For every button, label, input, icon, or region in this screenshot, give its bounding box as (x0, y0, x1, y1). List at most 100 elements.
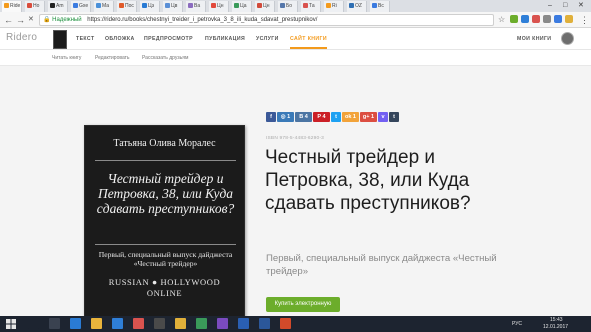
book-page: Татьяна Олива Моралес Честный трейдер и … (0, 66, 591, 316)
sub-navigation: Читать книгу Редактировать Рассказать др… (0, 50, 591, 66)
tab-favicon-icon (165, 3, 170, 8)
browser-tab[interactable]: Цн (209, 1, 229, 12)
cover-series-line2: ONLINE (146, 288, 183, 298)
browser-tab[interactable]: Цв (163, 1, 183, 12)
extension-icon[interactable] (554, 15, 562, 23)
mail-icon[interactable] (133, 318, 144, 329)
address-bar: ← → ✕ 🔒 Надежный https://ridero.ru/books… (0, 12, 591, 28)
share-button[interactable]: P 4 (313, 112, 330, 122)
cover-divider (95, 160, 236, 161)
url-input[interactable]: 🔒 Надежный https://ridero.ru/books/chest… (39, 14, 494, 26)
browser-tab[interactable]: Бо (278, 1, 298, 12)
share-button[interactable]: t (389, 112, 399, 122)
app6-icon[interactable] (154, 318, 165, 329)
app10-icon[interactable] (238, 318, 249, 329)
site-header: Ridero ТЕКСТ ОБЛОЖКА ПРЕДПРОСМОТР ПУБЛИК… (0, 28, 591, 50)
browser-tab[interactable]: Ва (186, 1, 206, 12)
share-button[interactable]: ◎ 1 (277, 112, 294, 122)
input-language[interactable]: РУС (512, 321, 522, 327)
browser-tab[interactable]: Am (48, 1, 68, 12)
tab-favicon-icon (303, 3, 308, 8)
reload-button[interactable]: ✕ (28, 14, 34, 26)
nav-text[interactable]: ТЕКСТ (76, 36, 95, 42)
nav-my-books[interactable]: МОИ КНИГИ (517, 36, 551, 42)
browser-tab[interactable]: Цз (140, 1, 160, 12)
tab-label: Ri (332, 3, 337, 9)
store-icon[interactable] (112, 318, 123, 329)
share-button[interactable]: v (378, 112, 388, 122)
book-thumbnail[interactable] (53, 30, 67, 49)
back-button[interactable]: ← (4, 14, 13, 26)
maximize-icon[interactable]: □ (563, 0, 567, 11)
buy-ebook-button[interactable]: Купить электронную (266, 297, 340, 312)
tab-favicon-icon (326, 3, 331, 8)
nav-services[interactable]: УСЛУГИ (256, 36, 279, 42)
nav-cover[interactable]: ОБЛОЖКА (105, 36, 135, 42)
tab-favicon-icon (188, 3, 193, 8)
isbn: ISBN 978-5-4483-6290-3 (266, 136, 324, 141)
browser-tab[interactable]: Gxe (71, 1, 91, 12)
tab-label: Цн (263, 3, 270, 9)
tell-friends-link[interactable]: Рассказать друзьям (142, 55, 188, 61)
tab-label: Бо (286, 3, 293, 9)
share-button[interactable]: В 4 (295, 112, 312, 122)
minimize-icon[interactable]: – (548, 0, 552, 11)
browser-tab[interactable]: Ма (94, 1, 114, 12)
word-icon[interactable] (259, 318, 270, 329)
tab-label: Вс (378, 3, 384, 9)
tab-label: Цз (148, 3, 154, 9)
ridero-logo[interactable]: Ridero (6, 32, 37, 43)
bookmark-star-icon[interactable]: ☆ (498, 14, 505, 26)
tab-label: Но (33, 3, 40, 9)
tab-favicon-icon (50, 3, 55, 8)
share-button[interactable]: f (266, 112, 276, 122)
share-button[interactable]: t (331, 112, 341, 122)
extension-icon[interactable] (521, 15, 529, 23)
browser-tab[interactable]: Вс (370, 1, 390, 12)
app8-icon[interactable] (196, 318, 207, 329)
tab-favicon-icon (142, 3, 147, 8)
explorer-icon[interactable] (91, 318, 102, 329)
share-button[interactable]: g+ 1 (360, 112, 377, 122)
extension-icon[interactable] (510, 15, 518, 23)
tab-label: Ride (10, 3, 21, 9)
extension-icon[interactable] (565, 15, 573, 23)
browser-tab[interactable]: Та (301, 1, 321, 12)
read-book-link[interactable]: Читать книгу (52, 55, 81, 61)
close-window-icon[interactable]: ✕ (578, 0, 584, 11)
tab-label: Gxe (79, 3, 89, 9)
book-title: Честный трейдер и Петровка, 38, или Куда… (265, 147, 471, 214)
browser-tab-strip: Ride Но Am Gxe Ма Пос Цз Цв Ва Цн Ца Цн Бо Та Ri OZ Вс (0, 0, 591, 12)
browser-tab[interactable]: Ride (2, 1, 22, 12)
app9-icon[interactable] (217, 318, 228, 329)
clock-date[interactable]: 12.01.2017 (543, 324, 568, 330)
browser-tab[interactable]: OZ (347, 1, 367, 12)
secure-label: Надежный (52, 17, 82, 23)
nav-book-site[interactable]: САЙТ КНИГИ (290, 36, 327, 42)
browser-tab[interactable]: Цн (255, 1, 275, 12)
tab-favicon-icon (4, 3, 9, 8)
windows-logo-icon[interactable] (6, 319, 16, 329)
browser-menu-icon[interactable]: ⋮ (580, 14, 589, 26)
browser-tab[interactable]: Но (25, 1, 45, 12)
edge-icon[interactable] (70, 318, 81, 329)
share-button[interactable]: ok 1 (342, 112, 359, 122)
extension-icon[interactable] (543, 15, 551, 23)
task-view-icon[interactable] (49, 318, 60, 329)
browser-tab[interactable]: Ri (324, 1, 344, 12)
extension-icon[interactable] (532, 15, 540, 23)
chrome-icon[interactable] (175, 318, 186, 329)
nav-preview[interactable]: ПРЕДПРОСМОТР (144, 36, 193, 42)
tab-label: Ма (102, 3, 110, 9)
edit-link[interactable]: Редактировать (95, 55, 130, 61)
browser-tab[interactable]: Ца (232, 1, 252, 12)
avatar[interactable] (561, 32, 574, 45)
browser-tab[interactable]: Пос (117, 1, 137, 12)
forward-button[interactable]: → (16, 14, 25, 26)
tab-label: Та (309, 3, 315, 9)
search-icon[interactable] (28, 318, 39, 329)
app12-icon[interactable] (280, 318, 291, 329)
nav-publication[interactable]: ПУБЛИКАЦИЯ (205, 36, 245, 42)
clock-time[interactable]: 15:43 (550, 317, 563, 323)
tab-favicon-icon (257, 3, 262, 8)
